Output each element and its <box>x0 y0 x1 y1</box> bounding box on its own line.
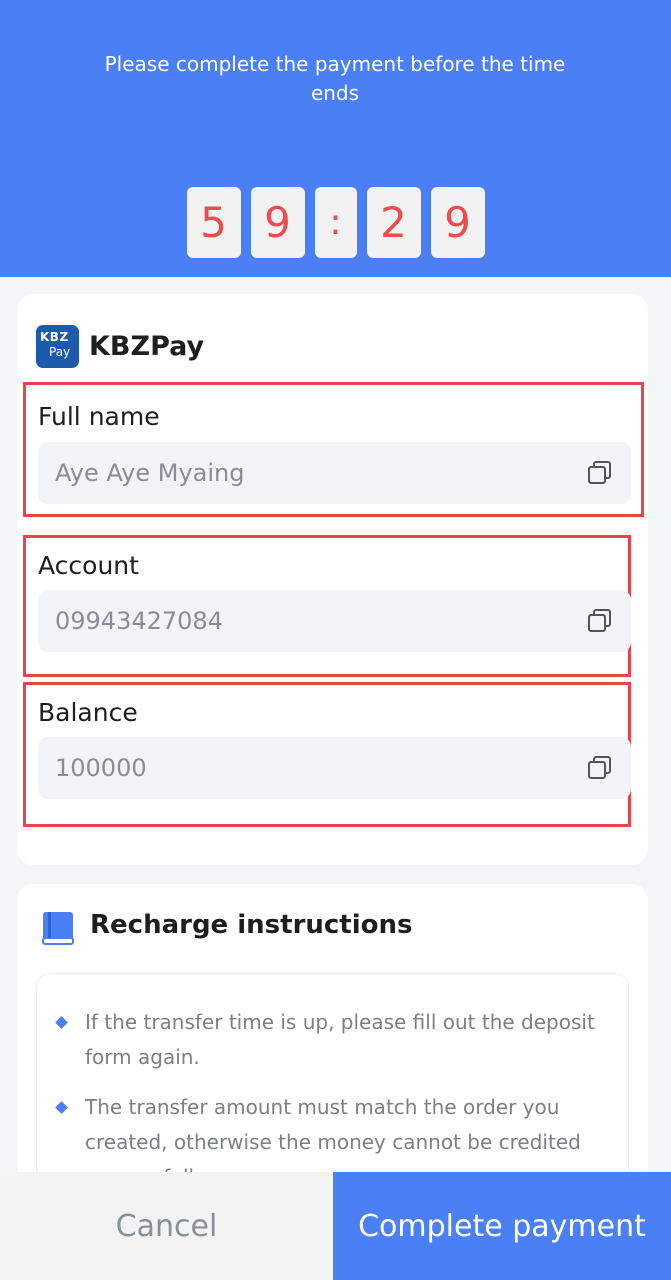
full-name-value: Aye Aye Myaing <box>55 459 245 487</box>
payment-details-card: KBZ Pay KBZPay Full name Aye Aye Myaing … <box>17 294 648 865</box>
balance-label: Balance <box>38 698 138 727</box>
kbzpay-logo: KBZ Pay <box>36 325 79 368</box>
account-label: Account <box>38 551 139 580</box>
full-name-section: Full name Aye Aye Myaing <box>23 382 644 517</box>
instruction-item: If the transfer time is up, please fill … <box>55 1005 605 1075</box>
instructions-title: Recharge instructions <box>90 910 413 940</box>
book-icon <box>42 912 74 945</box>
payment-method: KBZ Pay KBZPay <box>36 325 204 368</box>
timer-digit: 9 <box>430 187 485 258</box>
account-field: 09943427084 <box>38 590 631 652</box>
logo-text-pay: Pay <box>49 345 71 359</box>
full-name-field: Aye Aye Myaing <box>38 442 631 504</box>
timer-digit: 5 <box>186 187 241 258</box>
bullet-icon <box>55 1016 68 1029</box>
balance-field: 100000 <box>38 737 631 799</box>
timer-message: Please complete the payment before the t… <box>104 52 566 105</box>
complete-payment-button[interactable]: Complete payment <box>333 1172 671 1280</box>
logo-text-kbz: KBZ <box>40 330 69 344</box>
payment-method-name: KBZPay <box>89 331 205 362</box>
account-value: 09943427084 <box>55 607 223 635</box>
copy-icon[interactable] <box>587 460 613 486</box>
bullet-icon <box>55 1101 68 1114</box>
account-section: Account 09943427084 <box>23 535 631 677</box>
balance-section: Balance 100000 <box>23 682 631 827</box>
payment-header: Please complete the payment before the t… <box>0 0 671 277</box>
copy-icon[interactable] <box>587 755 613 781</box>
countdown-timer: 5 9 : 2 9 <box>0 187 671 258</box>
timer-separator: : <box>314 187 357 258</box>
recharge-instructions-card: Recharge instructions If the transfer ti… <box>17 884 648 1193</box>
instructions-list: If the transfer time is up, please fill … <box>36 973 629 1193</box>
balance-value: 100000 <box>55 754 147 782</box>
full-name-label: Full name <box>38 402 160 431</box>
instruction-text: If the transfer time is up, please fill … <box>85 1010 595 1069</box>
copy-icon[interactable] <box>587 608 613 634</box>
timer-digit: 2 <box>366 187 421 258</box>
timer-digit: 9 <box>250 187 305 258</box>
action-bar: Cancel Complete payment <box>0 1172 671 1280</box>
cancel-button[interactable]: Cancel <box>0 1172 333 1280</box>
